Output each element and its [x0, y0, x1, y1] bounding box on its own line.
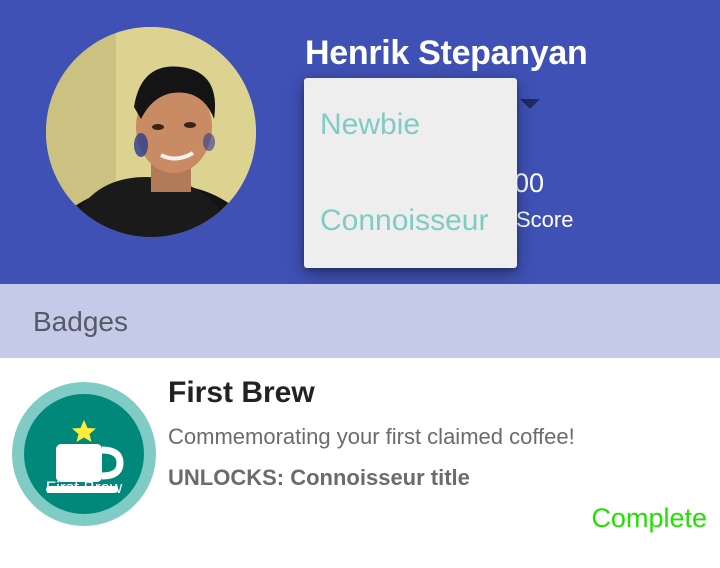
coffee-cup-icon: First Brew: [12, 382, 156, 526]
avatar: [46, 27, 256, 237]
badge-icon-label: First Brew: [45, 478, 123, 497]
title-dropdown-menu: Newbie Connoisseur: [304, 78, 517, 268]
badge-status: Complete: [591, 503, 707, 533]
user-name: Henrik Stepanyan: [305, 34, 588, 72]
dropdown-item-newbie[interactable]: Newbie: [320, 108, 420, 142]
badge-unlocks: UNLOCKS: Connoisseur title: [168, 465, 470, 490]
score-label: Score: [516, 207, 574, 232]
avatar-photo: [46, 27, 256, 237]
badges-section-header: Badges: [0, 284, 720, 358]
section-title: Badges: [33, 306, 128, 337]
badge-list-item[interactable]: First Brew First Brew Commemorating your…: [0, 358, 720, 568]
title-dropdown-caret-icon[interactable]: [520, 99, 540, 109]
score-value: 00: [514, 168, 545, 198]
profile-header: Henrik Stepanyan 00 Score Newbie Connois…: [0, 0, 720, 284]
dropdown-item-connoisseur[interactable]: Connoisseur: [320, 204, 488, 238]
badge-name: First Brew: [168, 376, 315, 409]
badge-description: Commemorating your first claimed coffee!: [168, 424, 575, 449]
